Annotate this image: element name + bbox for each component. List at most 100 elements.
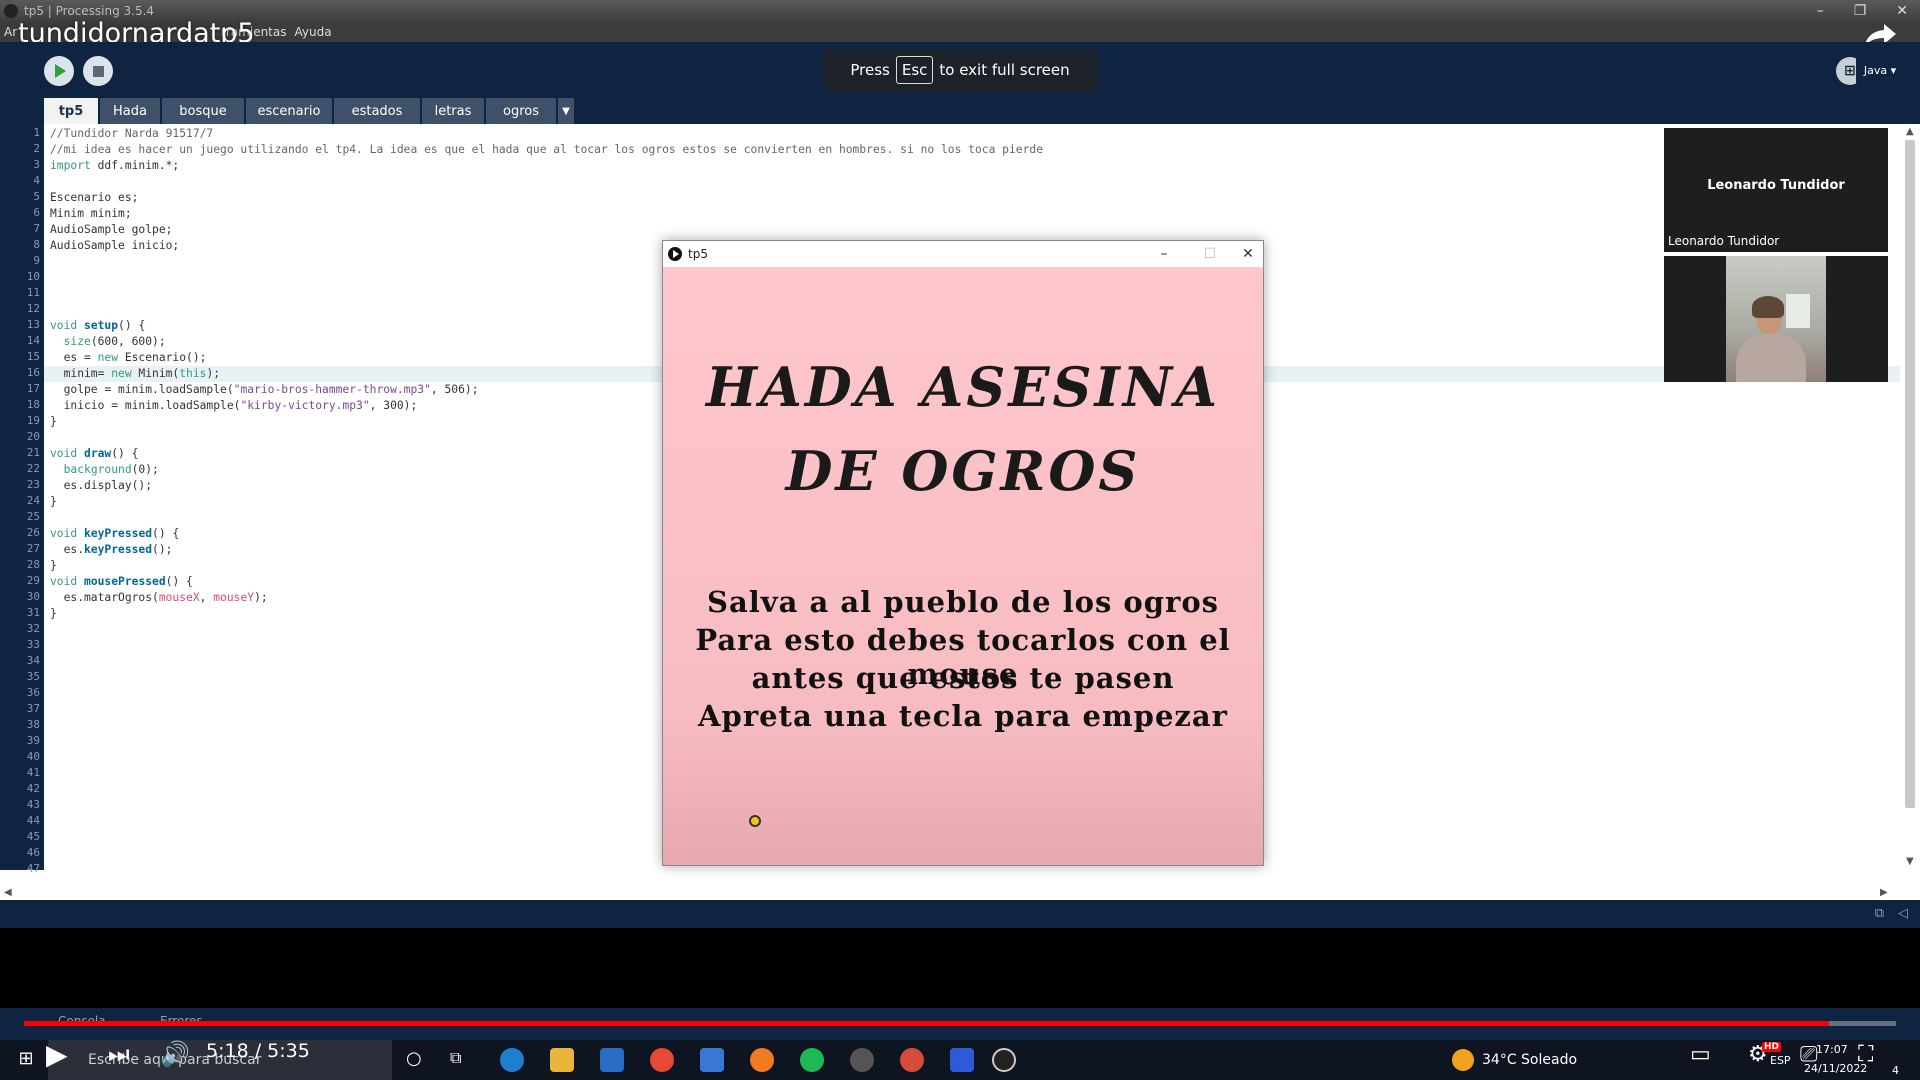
scroll-right-icon[interactable]: ▶	[1880, 887, 1888, 898]
code-line[interactable]: }	[50, 414, 57, 430]
line-number: 10	[26, 270, 40, 283]
line-number: 17	[26, 382, 40, 395]
code-line[interactable]: Minim minim;	[50, 206, 132, 222]
code-line[interactable]: AudioSample golpe;	[50, 222, 172, 238]
sketch-minimize-icon[interactable]: –	[1149, 241, 1179, 267]
webcam-person-body	[1736, 334, 1806, 382]
fairy-cursor-dot	[749, 815, 761, 827]
video-time: 5:18 / 5:35	[206, 1040, 310, 1062]
sketch-close-icon[interactable]: ✕	[1233, 241, 1263, 267]
line-number: 33	[26, 638, 40, 651]
tab-estados[interactable]: estados	[334, 98, 420, 124]
tab-escenario[interactable]: escenario	[246, 98, 332, 124]
menu-item-archivo[interactable]: Ar	[4, 25, 17, 39]
tab-letras[interactable]: letras	[422, 98, 484, 124]
tab-menu-arrow-icon[interactable]: ▼	[558, 98, 574, 124]
maximize-icon[interactable]: ❐	[1854, 0, 1867, 22]
line-number: 28	[26, 558, 40, 571]
copy-icon[interactable]: ⧉	[1875, 906, 1884, 921]
sketch-maximize-icon[interactable]: ☐	[1195, 241, 1225, 267]
code-line[interactable]: //Tundidor Narda 91517/7	[50, 126, 213, 142]
line-number: 6	[33, 206, 40, 219]
sketch-tabs: tp5 Hada bosque escenario estados letras…	[0, 98, 1920, 124]
code-line[interactable]: inicio = minim.loadSample("kirby-victory…	[50, 398, 418, 414]
cast-icon[interactable]: ⎚	[1800, 1042, 1818, 1067]
code-line[interactable]: //mi idea es hacer un juego utilizando e…	[50, 142, 1043, 158]
code-line[interactable]: void setup() {	[50, 318, 145, 334]
exit-fullscreen-icon[interactable]: ⛶	[1858, 1042, 1873, 1067]
code-line[interactable]: }	[50, 606, 57, 622]
webcam-person-hair	[1752, 296, 1784, 318]
tab-bosque[interactable]: bosque	[162, 98, 244, 124]
code-line[interactable]: es = new Escenario();	[50, 350, 207, 366]
scroll-left-icon[interactable]: ◀	[4, 887, 12, 898]
code-line[interactable]: background(0);	[50, 462, 159, 478]
sketch-window[interactable]: tp5 – ☐ ✕ HADA ASESINA DE OGROS Salva a …	[662, 240, 1264, 866]
code-line[interactable]: }	[50, 558, 57, 574]
code-line[interactable]: void draw() {	[50, 446, 138, 462]
code-line[interactable]: AudioSample inicio;	[50, 238, 179, 254]
line-number: 3	[33, 158, 40, 171]
sketch-canvas[interactable]: HADA ASESINA DE OGROS Salva a al pueblo …	[663, 267, 1263, 865]
play-icon[interactable]: ▶	[46, 1038, 68, 1071]
participant-tile-camera[interactable]	[1664, 256, 1888, 382]
sketch-title-bar[interactable]: tp5 – ☐ ✕	[663, 241, 1263, 267]
stop-button[interactable]	[83, 56, 113, 86]
menu-item-ayuda[interactable]: Ayuda	[295, 25, 332, 39]
processing-app-icon	[4, 4, 18, 18]
mode-selector[interactable]: Java ▾	[1856, 55, 1904, 85]
code-line[interactable]: }	[50, 494, 57, 510]
code-line[interactable]: Escenario es;	[50, 190, 138, 206]
horizontal-scrollbar[interactable]: ◀ ▶	[0, 885, 1920, 901]
vertical-scrollbar[interactable]: ▲ ▼	[1900, 124, 1920, 870]
code-line[interactable]: size(600, 600);	[50, 334, 166, 350]
code-line[interactable]: es.display();	[50, 478, 152, 494]
next-icon[interactable]: ⏭	[108, 1040, 130, 1068]
line-number: 5	[33, 190, 40, 203]
code-line[interactable]: es.keyPressed();	[50, 542, 173, 558]
console-header: ⧉ ◁	[0, 900, 1920, 928]
toast-press-text: Press	[850, 61, 890, 79]
code-line[interactable]: golpe = minim.loadSample("mario-bros-ham…	[50, 382, 479, 398]
line-number: 41	[26, 766, 40, 779]
line-number: 36	[26, 686, 40, 699]
volume-icon[interactable]: 🔊	[160, 1040, 190, 1068]
close-icon[interactable]: ✕	[1896, 0, 1908, 22]
line-number: 14	[26, 334, 40, 347]
code-line[interactable]: void keyPressed() {	[50, 526, 179, 542]
line-number: 19	[26, 414, 40, 427]
tab-hada[interactable]: Hada	[100, 98, 160, 124]
collapse-icon[interactable]: ◁	[1898, 906, 1908, 921]
toast-exit-text: to exit full screen	[939, 61, 1070, 79]
line-number: 32	[26, 622, 40, 635]
scroll-thumb[interactable]	[1905, 140, 1915, 808]
line-number: 27	[26, 542, 40, 555]
code-line[interactable]: minim= new Minim(this);	[50, 366, 220, 382]
line-number-gutter: 1 2 3 4 5 6 7 8 9 10 11 12 13 14 15 16 17 18 19 20 21 22 23 24 2…	[0, 124, 44, 875]
subtitles-icon[interactable]: ▭	[1690, 1042, 1711, 1067]
minimize-icon[interactable]: –	[1817, 0, 1824, 22]
line-number: 30	[26, 590, 40, 603]
run-button[interactable]	[44, 56, 74, 86]
line-number: 47	[26, 862, 40, 875]
line-number: 21	[26, 446, 40, 459]
scroll-down-icon[interactable]: ▼	[1906, 856, 1914, 867]
video-progress-bar[interactable]	[24, 1021, 1896, 1026]
processing-title-bar: tp5 | Processing 3.5.4 – ❐ ✕	[0, 0, 1920, 22]
video-played-fill	[24, 1021, 1829, 1026]
hd-badge: HD	[1762, 1042, 1782, 1052]
code-line[interactable]: es.matarOgros(mouseX, mouseY);	[50, 590, 268, 606]
code-line[interactable]: void mousePressed() {	[50, 574, 193, 590]
scroll-up-icon[interactable]: ▲	[1906, 126, 1914, 137]
console-output	[0, 928, 1920, 1018]
tab-tp5[interactable]: tp5	[44, 98, 98, 124]
instruction-line-1: Salva a al pueblo de los ogros	[707, 585, 1219, 619]
participant-tile-name[interactable]: Leonardo Tundidor Leonardo Tundidor	[1664, 128, 1888, 252]
toolbar: Press Esc to exit full screen ⊞ Java ▾	[0, 42, 1920, 98]
menu-bar: Ar rramientas Ayuda	[0, 22, 1920, 42]
line-number: 16	[26, 366, 40, 379]
line-number: 35	[26, 670, 40, 683]
code-line[interactable]: import ddf.minim.*;	[50, 158, 179, 174]
instruction-line-4: Apreta una tecla para empezar	[698, 699, 1228, 733]
tab-ogros[interactable]: ogros	[486, 98, 556, 124]
